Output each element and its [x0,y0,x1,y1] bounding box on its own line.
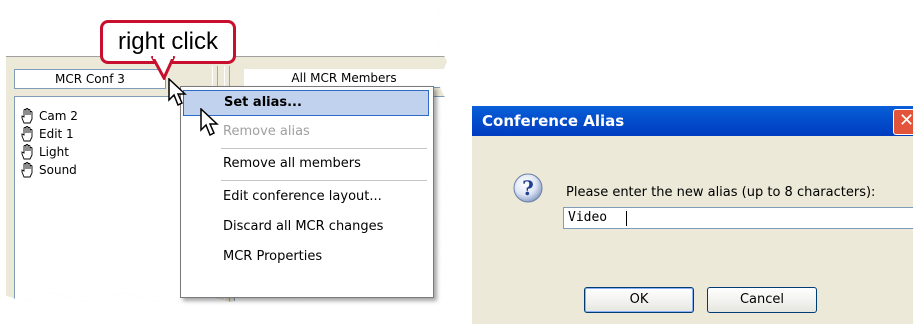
list-item-label: Sound [39,163,77,177]
callout-tail [150,56,176,80]
menu-item-edit-conference-layout[interactable]: Edit conference layout... [183,184,429,210]
list-item-light[interactable]: Light [19,143,69,161]
close-button[interactable]: ✕ [893,109,913,135]
hand-icon [21,144,33,160]
menu-item-remove-all-members[interactable]: Remove all members [183,151,429,177]
alias-input[interactable]: Video [563,207,913,229]
menu-separator [221,180,427,181]
list-item-label: Edit 1 [39,127,74,141]
list-item-label: Cam 2 [39,109,78,123]
hand-icon [21,108,33,124]
text-caret [626,211,627,226]
list-item-sound[interactable]: Sound [19,161,77,179]
arrow-cursor-icon [168,78,187,107]
arrow-cursor-icon [200,108,219,137]
alias-prompt: Please enter the new alias (up to 8 char… [566,185,876,200]
hand-icon [21,162,33,178]
ok-button[interactable]: OK [584,287,694,313]
svg-text:?: ? [522,176,534,200]
question-icon: ? [513,173,543,203]
alias-input-value: Video [568,210,608,225]
list-item-edit-1[interactable]: Edit 1 [19,125,74,143]
conference-header[interactable]: MCR Conf 3 [14,69,166,89]
cancel-button[interactable]: Cancel [707,287,817,313]
dialog-title: Conference Alias [472,106,913,136]
conference-alias-dialog: Conference Alias ✕ ? Please enter the ne… [472,106,913,324]
close-icon: ✕ [899,110,913,131]
list-item-cam-2[interactable]: Cam 2 [19,107,78,125]
menu-item-mcr-properties[interactable]: MCR Properties [183,244,429,270]
menu-item-discard-mcr-changes[interactable]: Discard all MCR changes [183,214,429,240]
list-item-label: Light [39,145,69,159]
hand-icon [21,126,33,142]
menu-separator [221,148,427,149]
